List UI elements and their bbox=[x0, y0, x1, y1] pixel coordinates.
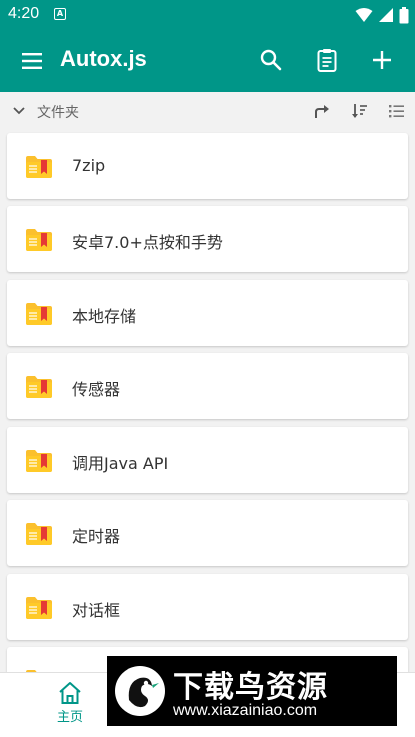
status-icons bbox=[355, 6, 409, 24]
status-time: 4:20 bbox=[8, 5, 40, 22]
home-icon bbox=[59, 682, 81, 704]
watermark-url: www.xiazainiao.com bbox=[173, 702, 318, 719]
folder-item[interactable]: 本地存储 bbox=[7, 280, 408, 346]
nav-home-label: 主页 bbox=[56, 710, 83, 725]
folder-item[interactable]: 传感器 bbox=[7, 353, 408, 419]
folder-icon bbox=[26, 156, 52, 178]
folder-name: 对话框 bbox=[72, 601, 121, 620]
nav-home[interactable]: 主页 bbox=[48, 681, 92, 733]
app-bar: Autox.js bbox=[0, 30, 415, 92]
list-view-icon[interactable] bbox=[388, 102, 406, 120]
menu-icon[interactable] bbox=[20, 49, 44, 73]
go-up-icon[interactable] bbox=[313, 102, 331, 120]
clipboard-icon[interactable] bbox=[314, 47, 340, 73]
folder-icon bbox=[26, 303, 52, 325]
watermark-title: 下载鸟资源 bbox=[173, 670, 328, 705]
folder-name: 调用Java API bbox=[72, 454, 169, 473]
notification-icon: A bbox=[54, 8, 66, 20]
folder-name: 7zip bbox=[72, 156, 106, 175]
chevron-down-icon[interactable] bbox=[12, 104, 26, 118]
folder-name: 定时器 bbox=[72, 527, 121, 546]
folder-item[interactable]: 定时器 bbox=[7, 500, 408, 566]
wifi-icon bbox=[355, 8, 373, 22]
folder-section-label: 文件夹 bbox=[37, 105, 79, 121]
folder-name: 传感器 bbox=[72, 380, 121, 399]
folder-icon bbox=[26, 450, 52, 472]
folder-item[interactable]: 对话框 bbox=[7, 574, 408, 640]
folder-name: 本地存储 bbox=[72, 307, 137, 326]
status-bar: 4:20 A bbox=[0, 0, 415, 30]
app-title: Autox.js bbox=[60, 46, 147, 71]
folder-icon bbox=[26, 597, 52, 619]
folder-name: 安卓7.0+点按和手势 bbox=[72, 233, 223, 252]
folder-list: 7zip 安卓7.0+点按和手势 本地存储 传感器 调用Java API 定时器… bbox=[0, 130, 415, 675]
folder-header: 文件夹 bbox=[0, 92, 415, 130]
add-icon[interactable] bbox=[369, 47, 395, 73]
folder-item[interactable]: 7zip bbox=[7, 133, 408, 199]
search-icon[interactable] bbox=[258, 47, 284, 73]
watermark: 下载鸟资源 www.xiazainiao.com bbox=[107, 656, 397, 726]
folder-item[interactable]: 安卓7.0+点按和手势 bbox=[7, 206, 408, 272]
battery-icon bbox=[399, 6, 409, 23]
folder-icon bbox=[26, 376, 52, 398]
folder-icon bbox=[26, 523, 52, 545]
signal-icon bbox=[379, 8, 393, 22]
watermark-logo bbox=[115, 666, 165, 716]
folder-item[interactable]: 调用Java API bbox=[7, 427, 408, 493]
folder-icon bbox=[26, 229, 52, 251]
sort-icon[interactable] bbox=[351, 102, 369, 120]
